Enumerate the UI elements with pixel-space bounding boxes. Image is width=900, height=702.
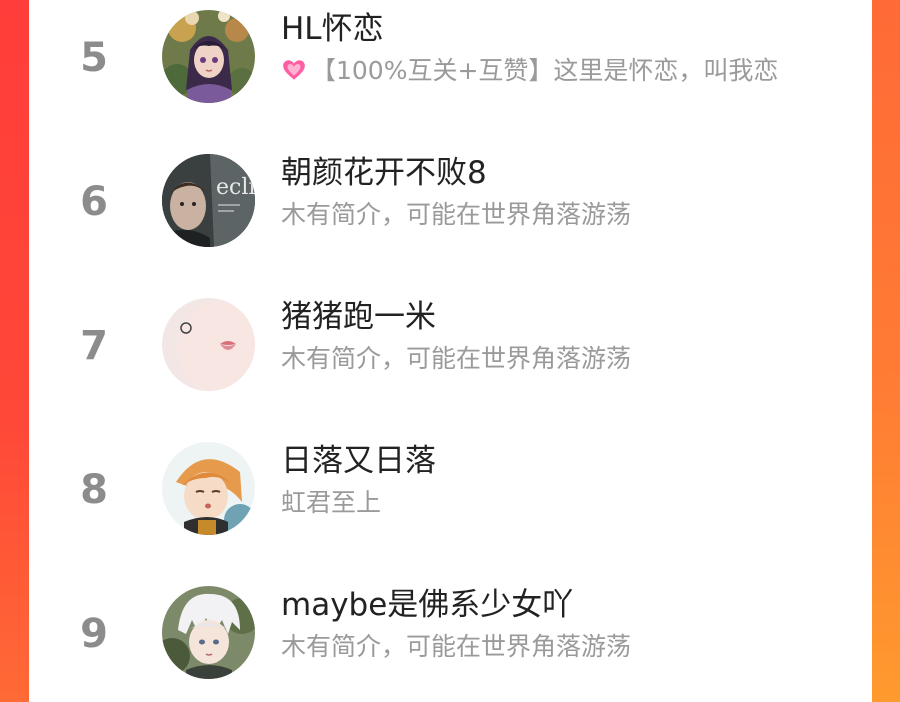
rank-number: 6 [80, 179, 108, 225]
user-name[interactable]: HL怀恋 [281, 12, 384, 46]
poster-title-text: eclip [216, 175, 255, 200]
eclipse-poster-avatar: eclip [162, 154, 255, 247]
user-bio: 木有简介，可能在世界角落游荡 [281, 201, 632, 229]
user-name[interactable]: 日落又日落 [281, 444, 436, 478]
list-item[interactable]: 9 maybe是佛系少女吖 木有简介，可能在世界角落游荡 [29, 576, 872, 696]
list-item[interactable]: 8 日落又日落 虹君至上 [29, 432, 872, 552]
pink-heart-icon [283, 60, 305, 80]
avatar[interactable] [162, 298, 255, 391]
avatar[interactable] [162, 586, 255, 679]
ranking-list-panel: 5 HL怀恋 【100%互关+互赞】这里是怀恋，叫我恋 6 ecli 朝颜花开不… [29, 0, 872, 702]
user-name[interactable]: maybe是佛系少女吖 [281, 588, 573, 622]
user-bio: 【100%互关+互赞】这里是怀恋，叫我恋 [281, 57, 778, 85]
avatar[interactable]: eclip [162, 154, 255, 247]
left-background-strip [0, 0, 29, 702]
white-hair-anime-avatar [162, 586, 255, 679]
user-bio: 虹君至上 [281, 489, 382, 517]
rank-number: 7 [80, 323, 108, 369]
lips-earring-avatar [162, 298, 255, 391]
orange-hair-anime-avatar [162, 442, 255, 535]
user-name[interactable]: 朝颜花开不败8 [281, 156, 487, 190]
avatar[interactable] [162, 10, 255, 103]
rank-number: 9 [80, 611, 108, 657]
list-item[interactable]: 7 猪猪跑一米 木有简介，可能在世界角落游荡 [29, 288, 872, 408]
anime-girl-flowers-avatar [162, 10, 255, 103]
avatar[interactable] [162, 442, 255, 535]
user-bio: 木有简介，可能在世界角落游荡 [281, 345, 632, 373]
rank-number: 8 [80, 467, 108, 513]
user-name[interactable]: 猪猪跑一米 [281, 300, 436, 334]
bio-text: 【100%互关+互赞】这里是怀恋，叫我恋 [311, 57, 779, 85]
list-item[interactable]: 6 eclip 朝颜花开不败8 木有简介，可能在世界角落游荡 [29, 144, 872, 264]
right-background-strip [872, 0, 900, 702]
rank-number: 5 [80, 35, 108, 81]
list-item[interactable]: 5 HL怀恋 【100%互关+互赞】这里是怀恋，叫我恋 [29, 0, 872, 120]
user-bio: 木有简介，可能在世界角落游荡 [281, 633, 632, 661]
